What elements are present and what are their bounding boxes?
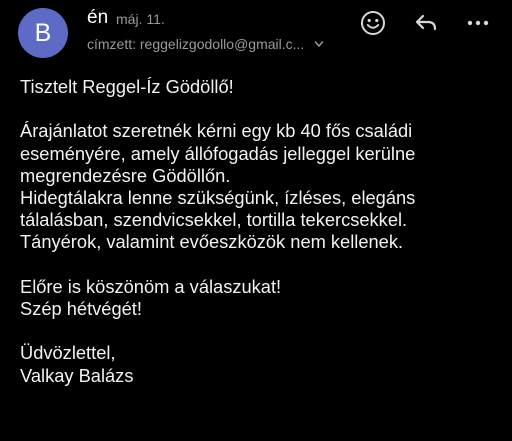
reply-icon bbox=[415, 14, 437, 31]
signoff-line: Üdvözlettel, bbox=[20, 342, 116, 364]
body-line: Tányérok, valamint evőeszközök nem kelle… bbox=[20, 231, 404, 253]
avatar-initial: B bbox=[34, 18, 52, 47]
body-line: Szép hétvégét! bbox=[20, 298, 142, 319]
body-line: tálalásban, szendvicsekkel, tortilla tek… bbox=[20, 209, 408, 231]
recipient-label: címzett: reggelizgodollo@gmail.c... bbox=[87, 36, 305, 52]
emoji-reaction-button[interactable] bbox=[358, 8, 388, 38]
greeting-line: Tisztelt Reggel-Íz Gödöllő! bbox=[20, 76, 234, 97]
avatar[interactable]: B bbox=[18, 8, 68, 58]
body-line: Árajánlatot szeretnék kérni egy kb 40 fő… bbox=[20, 120, 413, 142]
recipient-details-toggle[interactable]: címzett: reggelizgodollo@gmail.c... bbox=[87, 36, 324, 52]
body-line: Hidegtálakra lenne szükségünk, ízléses, … bbox=[20, 187, 416, 208]
chevron-down-icon bbox=[315, 41, 324, 47]
message-date: máj. 11. bbox=[116, 11, 165, 27]
sender-name[interactable]: én bbox=[87, 7, 108, 29]
body-line: eseményére, amely állófogadás jelleggel … bbox=[20, 142, 416, 164]
smiley-icon bbox=[361, 11, 385, 35]
reply-button[interactable] bbox=[411, 8, 441, 38]
message-body: Tisztelt Reggel-Íz Gödöllő! Árajánlatot … bbox=[20, 76, 500, 387]
message-header: B én máj. 11. címzett: reggelizgodollo@g… bbox=[0, 0, 512, 60]
more-options-button[interactable] bbox=[463, 8, 493, 38]
signature-name: Valkay Balázs bbox=[20, 364, 134, 386]
more-icon bbox=[467, 20, 489, 26]
body-line: Előre is köszönöm a válaszukat! bbox=[20, 275, 282, 297]
body-line: megrendezésre Gödöllőn. bbox=[20, 164, 231, 186]
